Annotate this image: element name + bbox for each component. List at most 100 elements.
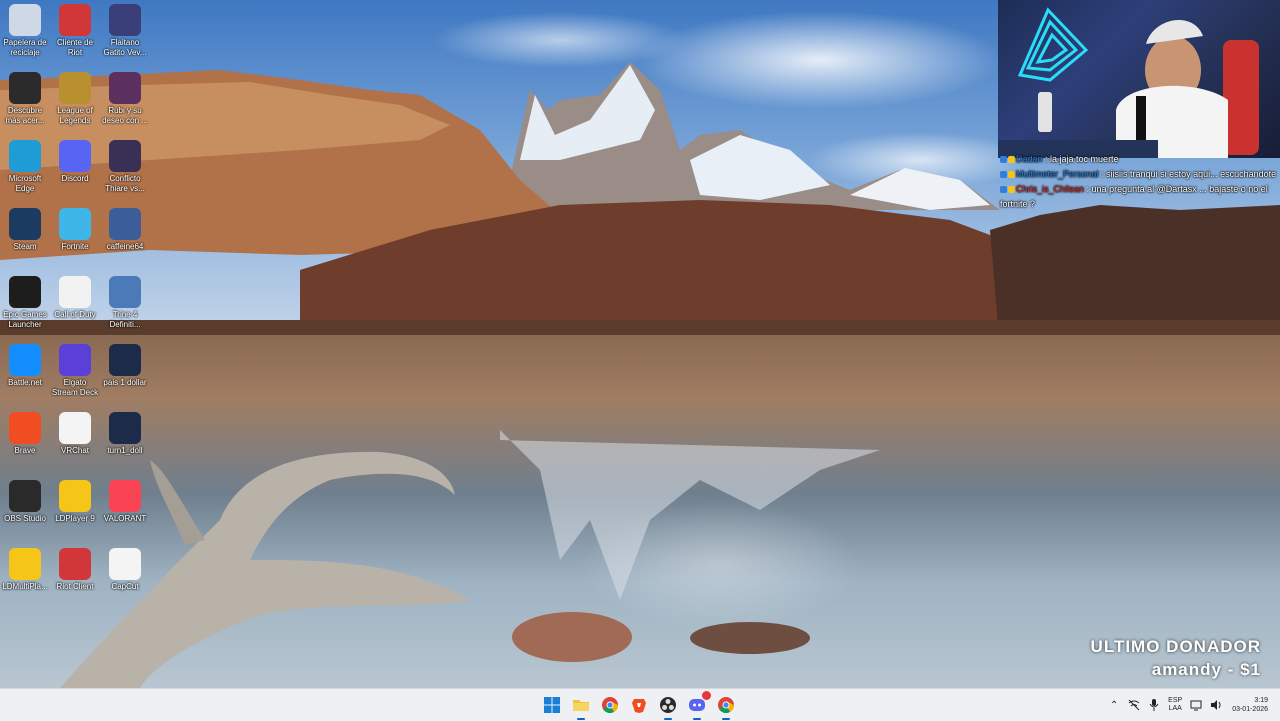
desktop-icon-label: Brave: [14, 446, 36, 455]
desktop-icon-cod[interactable]: Call of Duty: [50, 276, 100, 320]
desktop-icon-ldmulti[interactable]: LDMultiPla...: [0, 548, 50, 592]
volume-button[interactable]: [1206, 695, 1226, 715]
desktop-icon-flaitano[interactable]: Flaitano Gatito Vev...: [100, 4, 150, 58]
notification-badge: [702, 691, 711, 700]
donor-title: ULTIMO DONADOR: [1090, 637, 1261, 656]
start-button[interactable]: [540, 693, 564, 717]
network-off-icon[interactable]: [1124, 695, 1144, 715]
desktop-icon-lol[interactable]: League of Legends: [50, 72, 100, 126]
lake-stone: [512, 612, 632, 662]
network-off-icon: [1128, 699, 1140, 711]
desktop-icon-turn[interactable]: turn1_doll: [100, 412, 150, 456]
chat-text: : la jaja toc muerte: [1042, 154, 1119, 164]
chat-message: Chris_is_Chilean : una pregunta al @Dart…: [998, 182, 1280, 212]
desktop-icon-obs[interactable]: OBS Studio: [0, 480, 50, 524]
desktop-icon-streamdeck[interactable]: Elgato Stream Deck: [50, 344, 100, 398]
chat-username[interactable]: Chris_is_Chilean: [1016, 184, 1084, 194]
webcam-overlay: [998, 0, 1280, 158]
taskbar-brave[interactable]: [627, 693, 651, 717]
chat-message: Dadan : la jaja toc muerte: [998, 152, 1280, 167]
neon-logo-icon: [998, 7, 1259, 158]
desktop-icon-brave[interactable]: Brave: [0, 412, 50, 456]
game-shortcut-icon: [109, 140, 141, 172]
show-hidden-icons-button[interactable]: ⌃: [1104, 695, 1124, 715]
stream-chat: Dadan : la jaja toc muerte Multimeter_Per…: [998, 152, 1280, 212]
clock-date: 03-01-2026: [1232, 706, 1268, 713]
desktop-icon-riot-client[interactable]: Riot Client: [50, 548, 100, 592]
chat-text: : siisiis tranqui si estoy aqui... escuc…: [1098, 169, 1277, 179]
language-indicator[interactable]: ESP LAA: [1164, 697, 1186, 713]
taskbar-discord[interactable]: [685, 691, 711, 720]
discord-icon: [689, 699, 705, 711]
chevron-up-icon: ⌃: [1109, 699, 1119, 711]
desktop-icon-label: caffeine64: [106, 242, 144, 251]
desktop-icon-edge[interactable]: Microsoft Edge: [0, 140, 50, 194]
taskbar-file-explorer[interactable]: [569, 693, 593, 720]
display-button[interactable]: [1186, 695, 1206, 715]
desktop-icon-label: Papelera de reciclaje: [3, 38, 47, 57]
desktop-icon-rubi[interactable]: Rubi y su deseo con ...: [100, 72, 150, 126]
desktop-icon-label: Battle.net: [8, 378, 42, 387]
xbox-icon: [9, 72, 41, 104]
chat-badge-icon: [1008, 186, 1015, 194]
capcut-icon: [109, 548, 141, 580]
desktop-icon-label: Call of Duty: [54, 310, 96, 319]
vrchat-icon: [59, 412, 91, 444]
ldmultiplayer-icon: [9, 548, 41, 580]
desktop-icon-label: LDPlayer 9: [55, 514, 95, 523]
desktop-icon-valorant[interactable]: VALORANT: [100, 480, 150, 524]
desktop-icon-recycle-bin[interactable]: Papelera de reciclaje: [0, 4, 50, 58]
chat-message: Multimeter_Personal : siisiis tranqui si…: [998, 167, 1280, 182]
desktop-icon-xbox[interactable]: Descubre más acer...: [0, 72, 50, 126]
desktop-icon-pais[interactable]: pais 1 dollar: [100, 344, 150, 388]
desktop-icon-epic[interactable]: Epic Games Launcher: [0, 276, 50, 330]
video-file-icon: [109, 344, 141, 376]
chat-badge-icon: [1000, 156, 1007, 164]
last-donor-overlay: ULTIMO DONADOR amandy - $1: [1091, 636, 1261, 682]
microphone-icon: [1149, 699, 1159, 711]
desktop-icon-vrchat[interactable]: VRChat: [50, 412, 100, 456]
taskbar-chrome[interactable]: [598, 693, 622, 717]
desktop-icon-battlenet[interactable]: Battle.net: [0, 344, 50, 388]
chat-username[interactable]: Dadan: [1016, 154, 1043, 164]
system-tray: ⌃ ESP LAA 3:19 03-01-2026: [1104, 689, 1280, 721]
desktop-icon-fortnite[interactable]: Fortnite: [50, 208, 100, 252]
microphone-button[interactable]: [1144, 695, 1164, 715]
clock-time: 3:19: [1254, 697, 1268, 704]
ldplayer-icon: [59, 480, 91, 512]
desktop-icon-label: Steam: [13, 242, 37, 251]
clock[interactable]: 3:19 03-01-2026: [1226, 696, 1280, 714]
windows-logo-icon: [544, 697, 560, 713]
desktop-icon-riot-client-top[interactable]: Cliente de Riot: [50, 4, 100, 58]
steam-icon: [9, 208, 41, 240]
speaker-icon: [1211, 700, 1221, 710]
obs-icon: [9, 480, 41, 512]
language-code: ESP: [1168, 697, 1183, 704]
chat-username[interactable]: Multimeter_Personal: [1016, 169, 1099, 179]
desktop-icon-label: Conflicto Thiare vs...: [105, 174, 145, 193]
brave-lion-icon: [9, 412, 41, 444]
game-shortcut-icon: [109, 4, 141, 36]
desktop-icon-label: pais 1 dollar: [103, 378, 147, 387]
coffee-cup-icon: [109, 208, 141, 240]
desktop-icon-label: CapCut: [111, 582, 139, 591]
desktop-icon-discord[interactable]: Discord: [50, 140, 100, 184]
desktop-icon-label: Cliente de Riot: [56, 38, 94, 57]
desktop-icon-caffeine[interactable]: caffeine64: [100, 208, 150, 252]
desktop-icon-ldplayer[interactable]: LDPlayer 9: [50, 480, 100, 524]
desktop-icon-label: VALORANT: [103, 514, 147, 523]
desktop-icon-label: Microsoft Edge: [8, 174, 42, 193]
desktop-icon-conflicto[interactable]: Conflicto Thiare vs...: [100, 140, 150, 194]
chrome-icon: [718, 697, 734, 713]
desktop-icon-capcut[interactable]: CapCut: [100, 548, 150, 592]
document-icon: [59, 276, 91, 308]
desktop-icon-label: League of Legends: [57, 106, 93, 125]
taskbar-chrome-alt[interactable]: [714, 693, 738, 720]
desktop-icon-trine[interactable]: Trine 4 Definiti...: [100, 276, 150, 330]
donor-name-amount: amandy - $1: [1151, 660, 1261, 679]
desktop-icon-steam[interactable]: Steam: [0, 208, 50, 252]
taskbar: ⌃ ESP LAA 3:19 03-01-2026: [0, 688, 1280, 721]
chrome-icon: [602, 697, 618, 713]
game-shortcut-icon: [109, 72, 141, 104]
taskbar-obs[interactable]: [656, 693, 680, 720]
